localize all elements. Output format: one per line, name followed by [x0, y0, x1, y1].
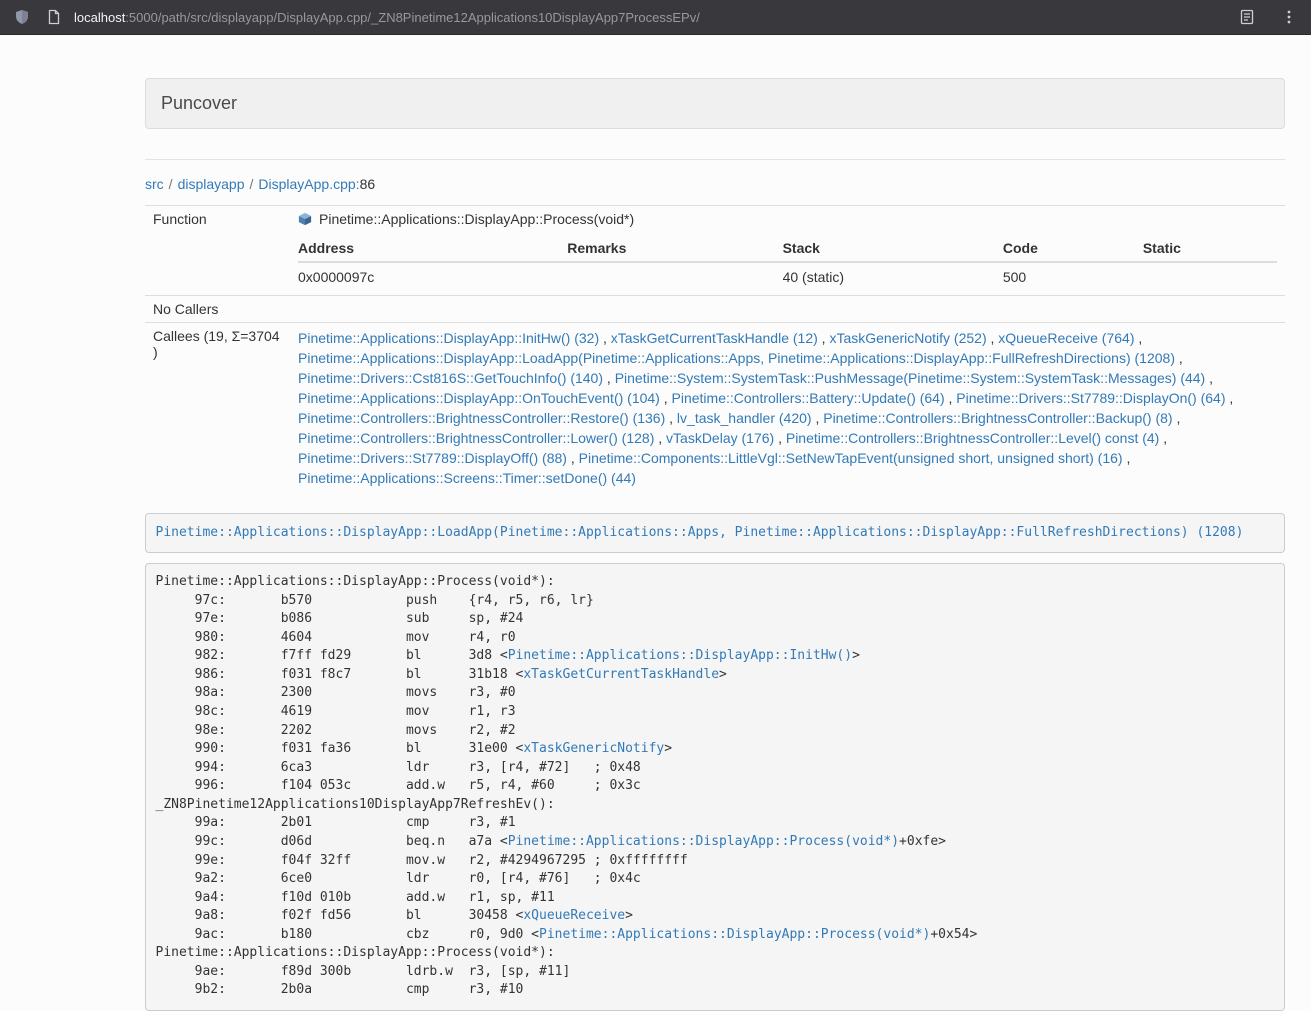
callee-separator: ,: [1226, 390, 1234, 406]
callee-link[interactable]: Pinetime::Drivers::St7789::DisplayOff() …: [298, 450, 567, 466]
callee-link[interactable]: xQueueReceive (764): [998, 330, 1134, 346]
breadcrumb-line-number: 86: [360, 176, 376, 192]
toolbar-right: [1239, 9, 1297, 25]
reader-mode-icon[interactable]: [1239, 9, 1255, 25]
breadcrumb-separator: /: [250, 176, 254, 192]
stats-header-static: Static: [1143, 235, 1277, 262]
page-container: Puncover src/displayapp/DisplayApp.cpp:8…: [145, 35, 1285, 1011]
callee-link[interactable]: xTaskGenericNotify (252): [829, 330, 986, 346]
stats-header-stack: Stack: [783, 235, 1003, 262]
url-host: localhost: [74, 10, 125, 25]
callees-list: Pinetime::Applications::DisplayApp::Init…: [290, 323, 1285, 494]
callee-link[interactable]: Pinetime::Applications::DisplayApp::Init…: [298, 330, 599, 346]
stats-header-code: Code: [1003, 235, 1143, 262]
callee-link[interactable]: Pinetime::Applications::DisplayApp::OnTo…: [298, 390, 660, 406]
stats-value-stack: 40 (static): [783, 262, 1003, 290]
breadcrumb-link-file[interactable]: DisplayApp.cpp:: [258, 176, 359, 192]
callee-separator: ,: [599, 330, 611, 346]
callee-link[interactable]: Pinetime::Controllers::BrightnessControl…: [786, 430, 1159, 446]
callee-separator: ,: [665, 410, 677, 426]
function-symbol-icon: [298, 212, 312, 226]
stats-value-address: 0x0000097c: [298, 262, 567, 290]
callee-link[interactable]: Pinetime::Applications::Screens::Timer::…: [298, 470, 636, 486]
callee-separator: ,: [818, 330, 830, 346]
stats-value-code: 500: [1003, 262, 1143, 290]
function-row-label: Function: [145, 206, 290, 296]
stats-value-static: [1143, 262, 1277, 290]
navbar: Puncover: [145, 78, 1285, 129]
disasm-symbol-link[interactable]: Pinetime::Applications::DisplayApp::Init…: [508, 648, 852, 663]
callee-link[interactable]: Pinetime::Controllers::BrightnessControl…: [298, 410, 665, 426]
no-callers-label: No Callers: [145, 296, 290, 323]
callee-separator: ,: [1134, 330, 1142, 346]
callee-separator: ,: [987, 330, 999, 346]
browser-chrome: localhost:5000/path/src/displayapp/Displ…: [0, 0, 1311, 35]
snippet-header: Pinetime::Applications::DisplayApp::Load…: [145, 513, 1285, 553]
disasm-symbol-link[interactable]: xTaskGenericNotify: [523, 741, 664, 756]
breadcrumb-link-displayapp[interactable]: displayapp: [178, 176, 245, 192]
callee-separator: ,: [603, 370, 615, 386]
stats-value-row: 0x0000097c 40 (static) 500: [298, 262, 1277, 290]
callee-separator: ,: [1205, 370, 1213, 386]
no-callers-row: No Callers: [145, 296, 1285, 323]
callee-link[interactable]: Pinetime::Drivers::Cst816S::GetTouchInfo…: [298, 370, 603, 386]
function-stats-table: Address Remarks Stack Code Static 0x0000…: [298, 235, 1277, 290]
divider: [145, 159, 1285, 160]
no-callers-content: [290, 296, 1285, 323]
callee-separator: ,: [1159, 430, 1167, 446]
callee-separator: ,: [774, 430, 786, 446]
callee-separator: ,: [660, 390, 672, 406]
app-brand[interactable]: Puncover: [161, 93, 237, 114]
stats-header-row: Address Remarks Stack Code Static: [298, 235, 1277, 262]
page-info-icon[interactable]: [46, 9, 62, 25]
function-name: Pinetime::Applications::DisplayApp::Proc…: [319, 211, 634, 227]
url-path: :5000/path/src/displayapp/DisplayApp.cpp…: [125, 10, 700, 25]
function-row: Function Pinetime::Applications::Display…: [145, 206, 1285, 296]
function-row-content: Pinetime::Applications::DisplayApp::Proc…: [290, 206, 1285, 296]
callee-link[interactable]: Pinetime::Controllers::BrightnessControl…: [823, 410, 1172, 426]
tracking-protection-shield-icon[interactable]: [14, 9, 30, 25]
callee-link[interactable]: Pinetime::System::SystemTask::PushMessag…: [615, 370, 1206, 386]
callee-separator: ,: [654, 430, 666, 446]
breadcrumb: src/displayapp/DisplayApp.cpp:86: [145, 176, 1285, 192]
disasm-symbol-link[interactable]: Pinetime::Applications::DisplayApp::Proc…: [539, 927, 930, 942]
callee-link[interactable]: xTaskGetCurrentTaskHandle (12): [611, 330, 818, 346]
snippet-function-link[interactable]: Pinetime::Applications::DisplayApp::Load…: [156, 525, 1244, 540]
stats-header-remarks: Remarks: [567, 235, 782, 262]
callee-separator: ,: [567, 450, 579, 466]
stats-header-address: Address: [298, 235, 567, 262]
callee-separator: ,: [1123, 450, 1131, 466]
kebab-menu-icon[interactable]: [1281, 9, 1297, 25]
callee-link[interactable]: Pinetime::Controllers::Battery::Update()…: [672, 390, 945, 406]
callee-separator: ,: [1173, 410, 1181, 426]
disasm-symbol-link[interactable]: xTaskGetCurrentTaskHandle: [523, 667, 719, 682]
callee-link[interactable]: lv_task_handler (420): [677, 410, 812, 426]
callee-separator: ,: [1175, 350, 1183, 366]
function-detail-table: Function Pinetime::Applications::Display…: [145, 205, 1285, 493]
callees-row: Callees (19, Σ=3704 ) Pinetime::Applicat…: [145, 323, 1285, 494]
callee-link[interactable]: Pinetime::Applications::DisplayApp::Load…: [298, 350, 1175, 366]
callee-separator: ,: [945, 390, 957, 406]
callee-link[interactable]: vTaskDelay (176): [666, 430, 774, 446]
stats-value-remarks: [567, 262, 782, 290]
url-bar[interactable]: localhost:5000/path/src/displayapp/Displ…: [74, 10, 700, 25]
callee-link[interactable]: Pinetime::Components::LittleVgl::SetNewT…: [579, 450, 1123, 466]
function-name-line: Pinetime::Applications::DisplayApp::Proc…: [298, 211, 1277, 227]
callee-link[interactable]: Pinetime::Controllers::BrightnessControl…: [298, 430, 654, 446]
disassembly: Pinetime::Applications::DisplayApp::Proc…: [145, 563, 1285, 1011]
breadcrumb-separator: /: [169, 176, 173, 192]
callee-link[interactable]: Pinetime::Drivers::St7789::DisplayOn() (…: [956, 390, 1225, 406]
disasm-symbol-link[interactable]: xQueueReceive: [523, 908, 625, 923]
breadcrumb-link-src[interactable]: src: [145, 176, 164, 192]
disasm-symbol-link[interactable]: Pinetime::Applications::DisplayApp::Proc…: [508, 834, 899, 849]
callee-separator: ,: [812, 410, 824, 426]
callees-label: Callees (19, Σ=3704 ): [145, 323, 290, 494]
